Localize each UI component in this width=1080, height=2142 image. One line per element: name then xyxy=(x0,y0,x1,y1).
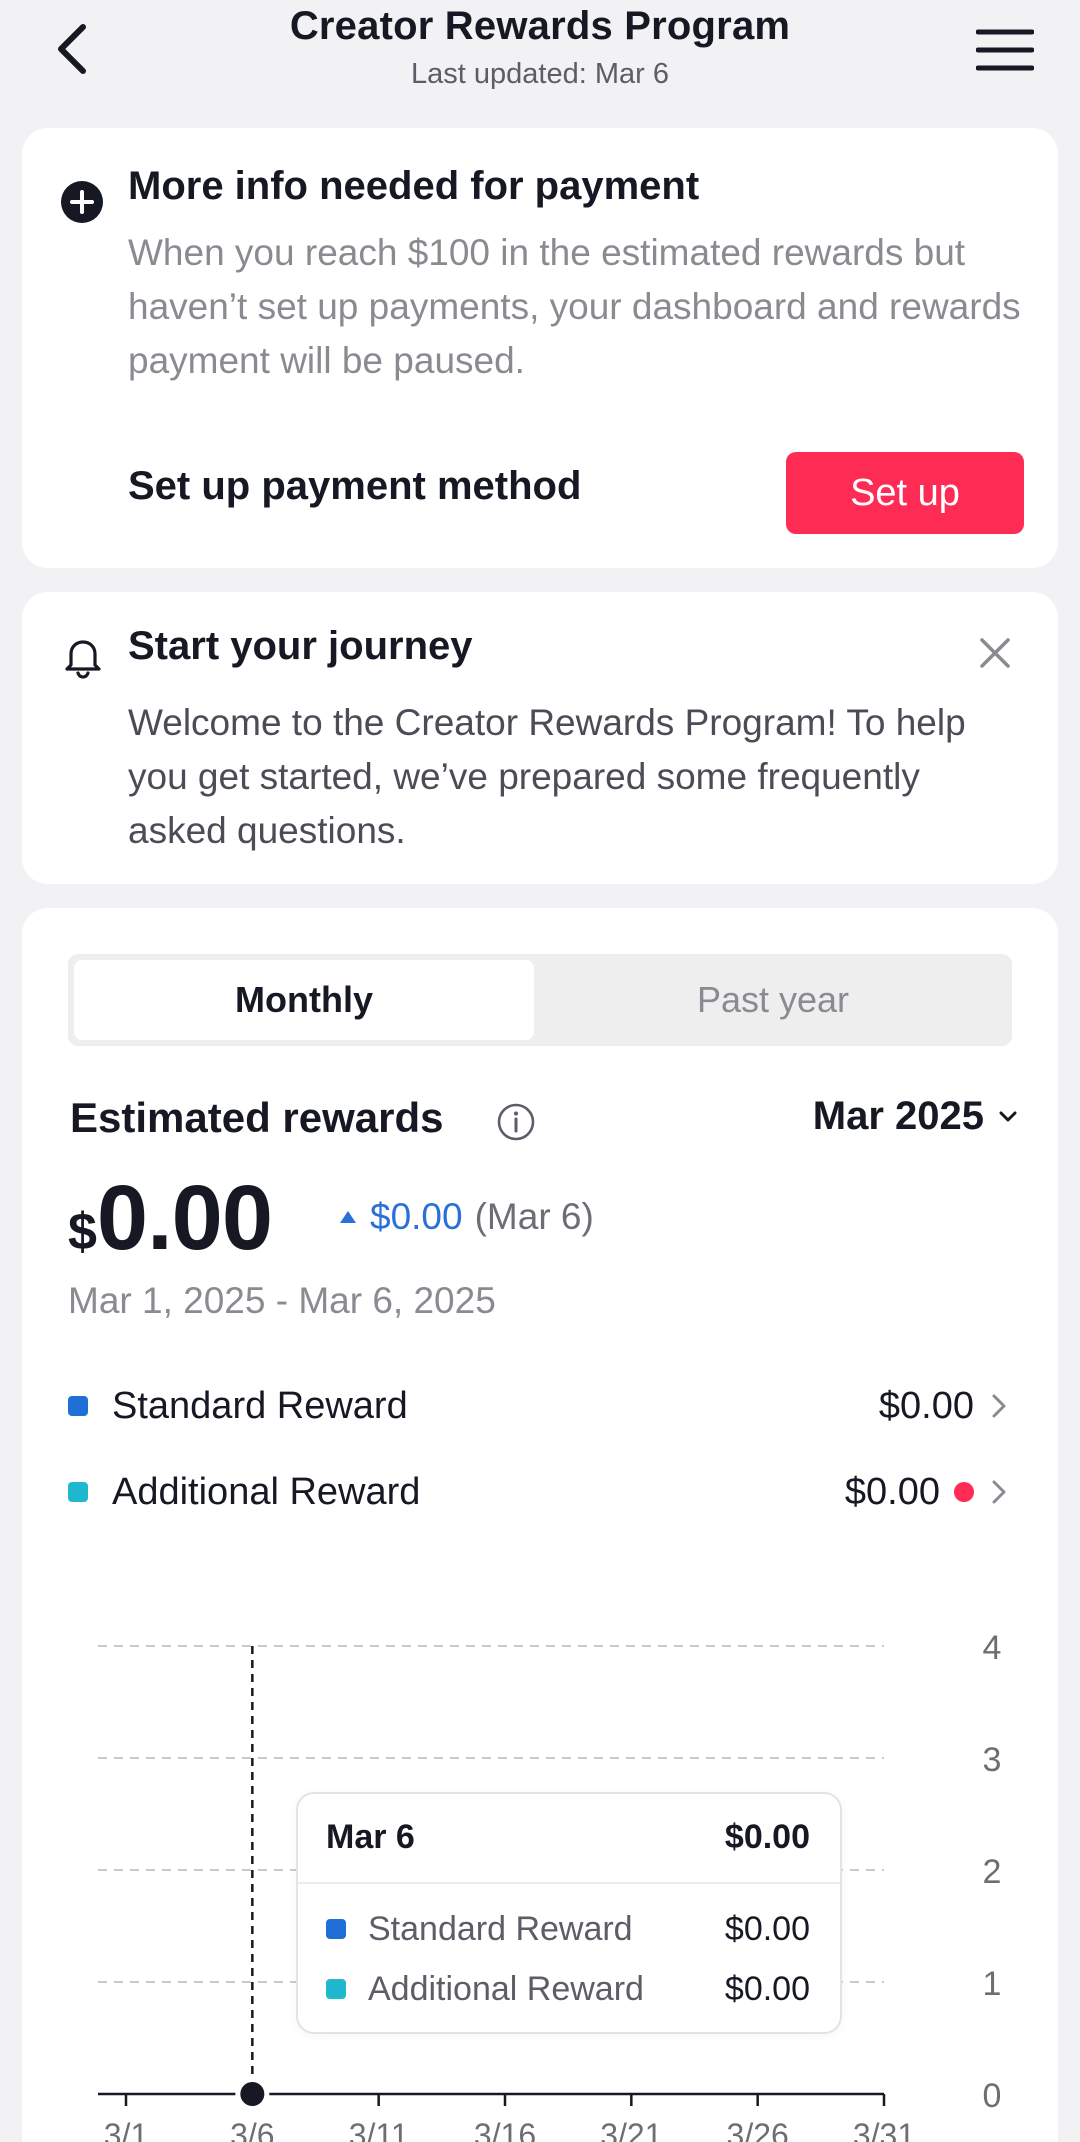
tooltip-additional-swatch xyxy=(326,1979,346,1999)
chevron-down-icon xyxy=(999,1111,1017,1121)
standard-reward-label: Standard Reward xyxy=(112,1384,408,1427)
change-value: $0.00 xyxy=(370,1196,463,1237)
setup-payment-label: Set up payment method xyxy=(128,464,582,508)
change-date: (Mar 6) xyxy=(474,1196,594,1237)
standard-reward-value: $0.00 xyxy=(878,1384,974,1427)
chart-tooltip: Mar 6 $0.00 Standard Reward $0.00 Additi… xyxy=(296,1792,842,2034)
chevron-right-icon xyxy=(992,1394,1006,1418)
y-tick-label: 2 xyxy=(983,1853,1002,1891)
amount-value: 0.00 xyxy=(96,1167,273,1269)
y-tick-label: 1 xyxy=(983,1965,1002,2003)
y-tick-label: 4 xyxy=(983,1629,1002,1667)
info-icon[interactable] xyxy=(496,1102,536,1142)
tooltip-date: Mar 6 xyxy=(326,1818,415,1856)
tooltip-row-standard: Standard Reward $0.00 xyxy=(326,1906,810,1952)
triangle-up-icon xyxy=(340,1211,356,1223)
daily-change: $0.00 (Mar 6) xyxy=(338,1196,594,1238)
last-updated: Last updated: Mar 6 xyxy=(411,58,669,90)
y-tick-label: 3 xyxy=(983,1741,1002,1779)
payment-card-title: More info needed for payment xyxy=(128,164,700,208)
tooltip-header: Mar 6 $0.00 xyxy=(298,1794,840,1884)
tooltip-additional-label: Additional Reward xyxy=(368,1969,644,2008)
period-toggle: Monthly Past year xyxy=(68,954,1012,1046)
hamburger-menu-icon xyxy=(976,29,1034,71)
currency-symbol: $ xyxy=(68,1203,97,1261)
menu-button[interactable] xyxy=(970,20,1040,80)
additional-reward-row[interactable]: Additional Reward $0.00 xyxy=(68,1462,1012,1522)
additional-reward-value: $0.00 xyxy=(844,1470,940,1513)
tooltip-standard-value: $0.00 xyxy=(724,1909,810,1948)
date-range: Mar 1, 2025 - Mar 6, 2025 xyxy=(68,1280,496,1321)
x-tick-label: 3/21 xyxy=(600,2117,662,2142)
chevron-right-icon xyxy=(992,1480,1006,1504)
bell-icon xyxy=(65,640,101,679)
payment-info-card: More info needed for payment When you re… xyxy=(22,128,1058,568)
x-tick-label: 3/16 xyxy=(474,2117,536,2142)
tooltip-standard-label: Standard Reward xyxy=(368,1909,633,1948)
month-selector-label: Mar 2025 xyxy=(812,1094,984,1138)
payment-card-body: When you reach $100 in the estimated rew… xyxy=(128,232,1021,381)
standard-reward-row[interactable]: Standard Reward $0.00 xyxy=(68,1376,1012,1436)
setup-button[interactable]: Set up xyxy=(786,452,1024,534)
notification-dot xyxy=(954,1482,974,1502)
estimated-rewards-label: Estimated rewards xyxy=(70,1094,444,1141)
highlight-point xyxy=(240,2082,265,2106)
tooltip-additional-value: $0.00 xyxy=(724,1969,810,2008)
page-title: Creator Rewards Program xyxy=(289,4,791,48)
tooltip-standard-swatch xyxy=(326,1919,346,1939)
x-tick-label: 3/31 xyxy=(853,2117,915,2142)
month-selector[interactable]: Mar 2025 xyxy=(813,1094,1018,1139)
x-tick-label: 3/6 xyxy=(230,2117,274,2142)
tooltip-total: $0.00 xyxy=(724,1818,810,1856)
y-tick-label: 0 xyxy=(983,2077,1002,2115)
total-amount: $ 0.00 xyxy=(68,1166,273,1271)
start-journey-card[interactable]: Start your journey Welcome to the Creato… xyxy=(22,592,1058,884)
x-tick-label: 3/1 xyxy=(104,2117,148,2142)
journey-card-body: Welcome to the Creator Rewards Program! … xyxy=(128,702,966,851)
close-icon xyxy=(980,638,1010,668)
top-bar: Creator Rewards Program Last updated: Ma… xyxy=(0,0,1080,110)
tab-past-year[interactable]: Past year xyxy=(540,960,1006,1040)
x-tick-label: 3/26 xyxy=(727,2117,789,2142)
close-button[interactable] xyxy=(970,628,1020,678)
standard-reward-swatch xyxy=(68,1396,88,1416)
x-tick-label: 3/11 xyxy=(349,2117,409,2142)
journey-card-title: Start your journey xyxy=(128,624,473,668)
tooltip-row-additional: Additional Reward $0.00 xyxy=(326,1966,810,2012)
additional-reward-swatch xyxy=(68,1482,88,1502)
additional-reward-label: Additional Reward xyxy=(112,1470,421,1513)
plus-circle-icon xyxy=(61,181,103,223)
tab-monthly[interactable]: Monthly xyxy=(74,960,534,1040)
